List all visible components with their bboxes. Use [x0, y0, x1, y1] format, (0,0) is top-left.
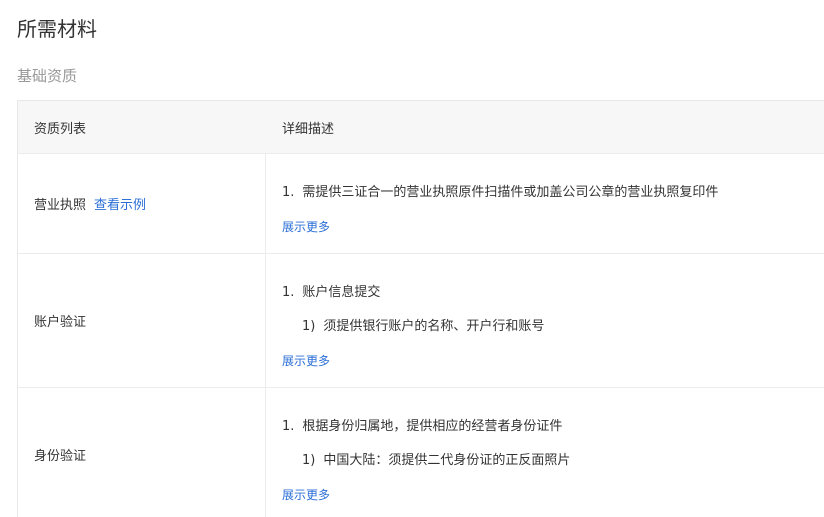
- subitem-text: 须提供银行账户的名称、开户行和账号: [323, 319, 545, 334]
- description-item: 1. 账户信息提交: [282, 284, 380, 302]
- qualification-table: 资质列表 详细描述 营业执照 查看示例 1. 需提供三证合一的营业执照原件扫描件或…: [17, 100, 824, 517]
- row-label-cell: 营业执照 查看示例: [18, 154, 266, 253]
- item-number: 1.: [282, 185, 295, 200]
- table-row: 账户验证 1. 账户信息提交 1) 须提供银行账户的名称、开户行和账号 展示更多: [18, 254, 824, 388]
- description-subitem: 1) 中国大陆：须提供二代身份证的正反面照片: [302, 452, 570, 470]
- description-subitem: 1) 须提供银行账户的名称、开户行和账号: [302, 318, 544, 336]
- description-item: 1. 需提供三证合一的营业执照原件扫描件或加盖公司公章的营业执照复印件: [282, 184, 718, 202]
- qualification-label: 账户验证: [34, 315, 87, 330]
- show-more-link[interactable]: 展示更多: [282, 353, 330, 369]
- table-header-row: 资质列表 详细描述: [18, 101, 824, 154]
- description-item: 1. 根据身份归属地，提供相应的经营者身份证件: [282, 418, 562, 436]
- description-cell: 1. 账户信息提交 1) 须提供银行账户的名称、开户行和账号 展示更多: [266, 254, 824, 387]
- item-number: 1.: [282, 285, 295, 300]
- qualification-label: 营业执照: [34, 198, 87, 213]
- item-text: 需提供三证合一的营业执照原件扫描件或加盖公司公章的营业执照复印件: [302, 185, 719, 200]
- subitem-number: 1): [302, 453, 316, 468]
- row-label-cell: 身份验证: [18, 388, 266, 517]
- item-text: 账户信息提交: [302, 285, 381, 300]
- qualification-label: 身份验证: [34, 449, 87, 464]
- table-row: 身份验证 1. 根据身份归属地，提供相应的经营者身份证件 1) 中国大陆：须提供二代…: [18, 388, 824, 517]
- subitem-text: 中国大陆：须提供二代身份证的正反面照片: [323, 453, 571, 468]
- description-cell: 1. 需提供三证合一的营业执照原件扫描件或加盖公司公章的营业执照复印件 展示更多: [266, 154, 824, 253]
- column-header-description: 详细描述: [282, 121, 335, 137]
- item-number: 1.: [282, 419, 295, 434]
- page-title: 所需材料: [17, 17, 97, 41]
- show-more-link[interactable]: 展示更多: [282, 219, 330, 235]
- item-text: 根据身份归属地，提供相应的经营者身份证件: [302, 419, 563, 434]
- view-example-link[interactable]: 查看示例: [94, 194, 146, 213]
- column-header-qualification: 资质列表: [34, 121, 87, 137]
- show-more-link[interactable]: 展示更多: [282, 487, 330, 503]
- description-cell: 1. 根据身份归属地，提供相应的经营者身份证件 1) 中国大陆：须提供二代身份证的正…: [266, 388, 824, 517]
- subitem-number: 1): [302, 319, 316, 334]
- table-row: 营业执照 查看示例 1. 需提供三证合一的营业执照原件扫描件或加盖公司公章的营业执…: [18, 154, 824, 254]
- section-title: 基础资质: [17, 67, 78, 85]
- row-label-cell: 账户验证: [18, 254, 266, 387]
- materials-page: 所需材料 基础资质 资质列表 详细描述 营业执照 查看示例 1. 需提供三证合一的…: [0, 0, 824, 517]
